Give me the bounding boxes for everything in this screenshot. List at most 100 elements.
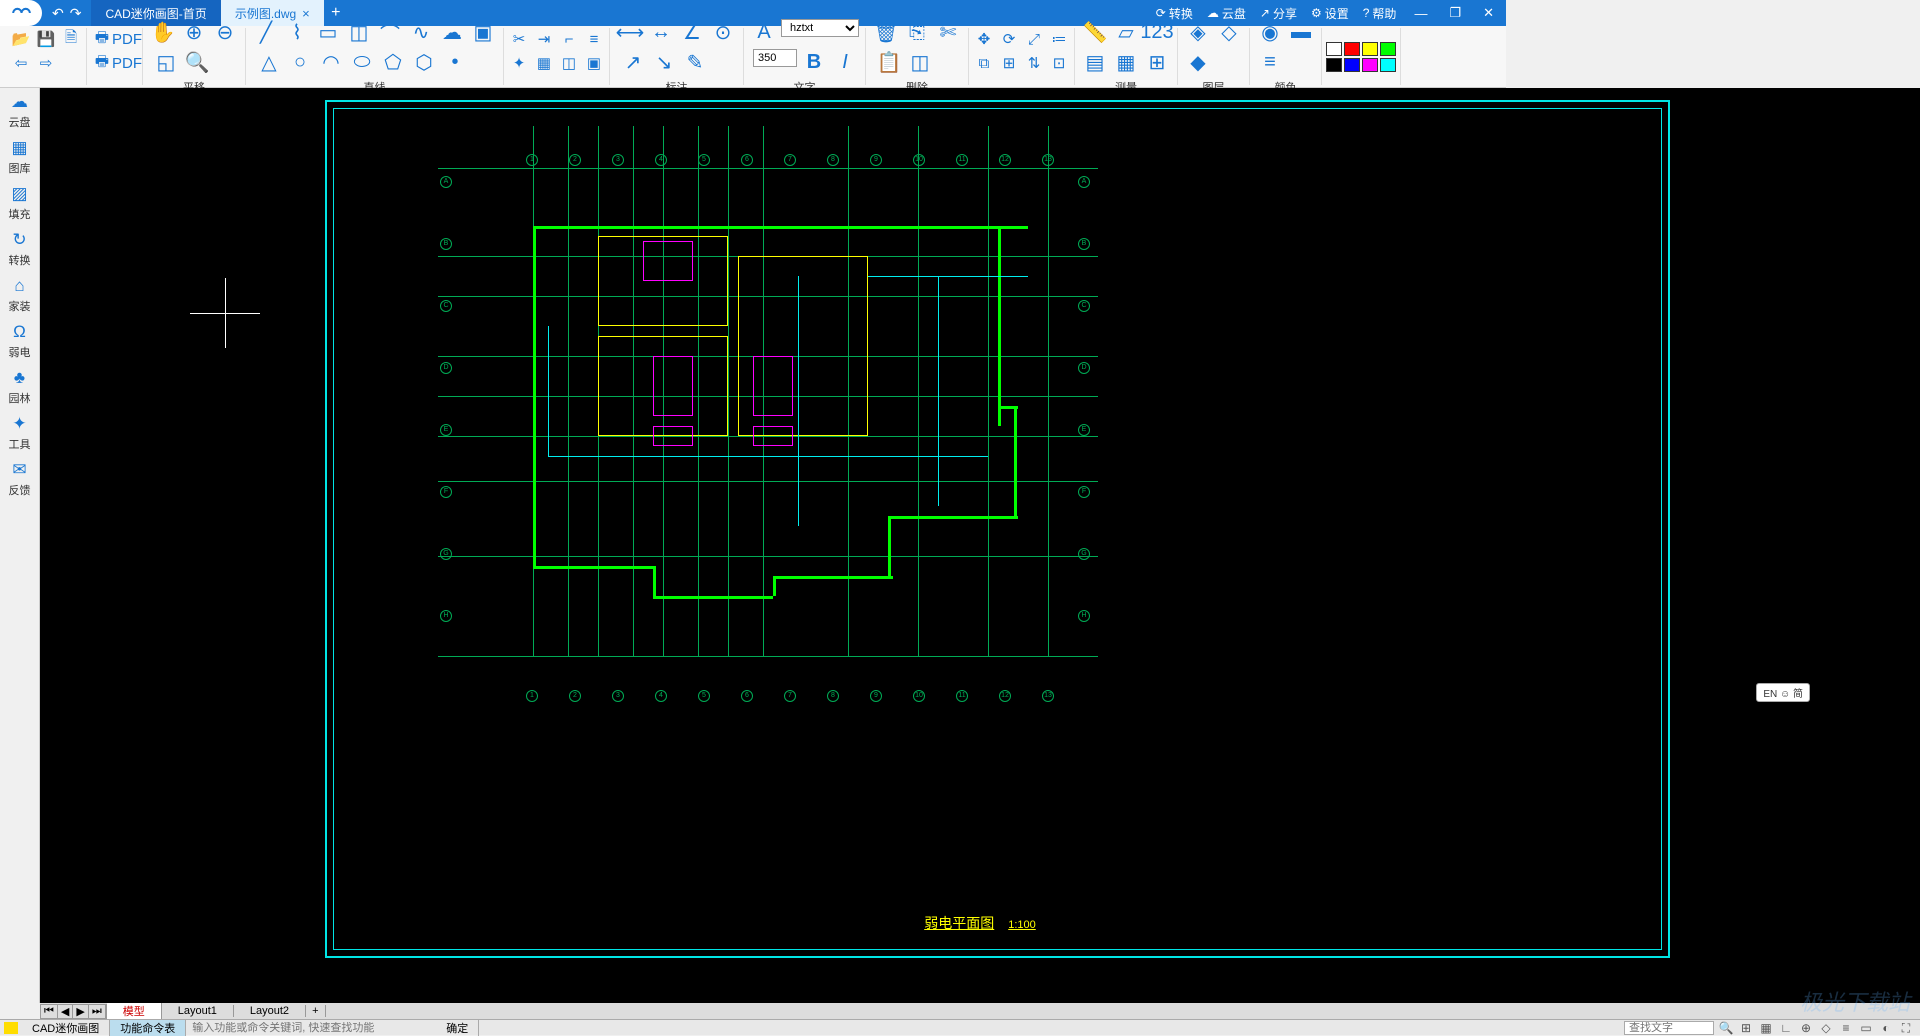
dimrad-button[interactable]: ⊙ [709,19,737,47]
search-icon[interactable]: 🔍 [1718,1021,1734,1035]
colorwheel-button[interactable]: ◉ [1256,19,1284,47]
redo-button[interactable]: ↷ [70,5,82,22]
dist-button[interactable]: 📏 [1081,19,1109,47]
area-button[interactable]: ▱ [1112,19,1140,47]
import-button[interactable]: ⇦ [10,52,32,74]
tab-layout2[interactable]: Layout2 [234,1005,306,1017]
spline-button[interactable]: ∿ [407,19,435,47]
ime-indicator[interactable]: EN ☺ 简 [1756,683,1810,702]
italic-button[interactable]: I [831,49,859,77]
sidebar-item-反馈[interactable]: ✉反馈 [0,456,39,502]
bold-button[interactable]: B [800,49,828,77]
open-button[interactable]: 📂 [10,28,32,50]
print2-button[interactable]: 🖶 [91,52,113,74]
layeroff-button[interactable]: ◇ [1215,19,1243,47]
layer-button[interactable]: ◈ [1184,19,1212,47]
zoomext-button[interactable]: ◱ [152,49,180,77]
scale-button[interactable]: ⤢ [1023,28,1045,50]
drawing-canvas[interactable]: 1122334455667788991010111112121313AABBCC… [40,88,1920,1003]
color-swatch[interactable] [1344,58,1360,72]
sidebar-item-转换[interactable]: ↻转换 [0,226,39,272]
dimlin-button[interactable]: ↔ [647,19,675,47]
mleader-button[interactable]: ↘ [650,49,678,77]
delete-button[interactable]: 🗑 [872,19,900,47]
id-button[interactable]: 123 [1143,19,1171,47]
tab-prev-button[interactable]: ◀ [58,1005,73,1018]
text-button[interactable]: A [750,19,778,47]
color-swatch[interactable] [1380,42,1396,56]
sidebar-item-园林[interactable]: ♣园林 [0,364,39,410]
font-size-input[interactable] [753,49,797,67]
align-button[interactable]: ≔ [1048,28,1070,50]
print-button[interactable]: 🖶 [91,28,113,50]
zoomin-button[interactable]: ⊕ [180,19,208,47]
ellipse-button[interactable]: ⬭ [348,49,376,77]
save-button[interactable]: 💾 [35,28,57,50]
tab-layout1[interactable]: Layout1 [162,1005,234,1017]
pdf-button[interactable]: PDF [116,28,138,50]
sidebar-item-图库[interactable]: ▦图库 [0,134,39,180]
polar-icon[interactable]: ⊕ [1798,1021,1814,1035]
tab-first-button[interactable]: ⏮ [41,1005,58,1018]
rect2-button[interactable]: ◫ [345,19,373,47]
zoomout-button[interactable]: ⊖ [211,19,239,47]
offset-button[interactable]: ≡ [583,28,605,50]
block-button[interactable]: ◫ [558,52,580,74]
modify-button[interactable]: ✎ [681,49,709,77]
tab-model[interactable]: 模型 [107,1003,162,1019]
triangle-button[interactable]: △ [255,49,283,77]
hatch-button[interactable]: ▦ [533,52,555,74]
zoomwin-button[interactable]: 🔍 [183,49,211,77]
mirror-button[interactable]: ⧉ [973,52,995,74]
trim-button[interactable]: ✂ [508,28,530,50]
command-input[interactable] [186,1022,436,1034]
tbl-button[interactable]: ▦ [1112,49,1140,77]
cut-button[interactable]: ✄ [934,19,962,47]
tab-last-button[interactable]: ⏭ [89,1005,106,1018]
osnap-icon[interactable]: ◇ [1818,1021,1834,1035]
lwt-icon[interactable]: ≡ [1838,1021,1854,1035]
grid-icon[interactable]: ▦ [1758,1021,1774,1035]
polygon-button[interactable]: ⬠ [379,49,407,77]
color-swatch[interactable] [1326,58,1342,72]
toggle-icon[interactable]: ◐ [1878,1021,1894,1035]
saveas-button[interactable]: 🗎 [60,28,82,50]
point-button[interactable]: • [441,49,469,77]
settings-link[interactable]: ⚙设置 [1311,5,1349,22]
region-button[interactable]: ▣ [469,19,497,47]
minimize-button[interactable]: — [1410,6,1431,21]
extend-button[interactable]: ⇥ [533,28,555,50]
fillet-button[interactable]: ⌐ [558,28,580,50]
paste-button[interactable]: 📋 [875,49,903,77]
color-swatch[interactable] [1362,58,1378,72]
move-button[interactable]: ✥ [973,28,995,50]
leader-button[interactable]: ↗ [619,49,647,77]
image-button[interactable]: ▣ [583,52,605,74]
dyn-icon[interactable]: ▭ [1858,1021,1874,1035]
fullscreen-icon[interactable]: ⛶ [1898,1021,1914,1035]
ok-button[interactable]: 确定 [436,1020,479,1036]
tblstyle-button[interactable]: ▤ [1081,49,1109,77]
tab-next-button[interactable]: ▶ [73,1005,88,1018]
pdf2-button[interactable]: PDF [116,52,138,74]
color-swatch[interactable] [1380,58,1396,72]
cmd-table-button[interactable]: 功能命令表 [110,1020,186,1036]
sidebar-item-云盘[interactable]: ☁云盘 [0,88,39,134]
array-button[interactable]: ⊞ [998,52,1020,74]
pan-button[interactable]: ✋ [149,19,177,47]
undo-button[interactable]: ↶ [52,5,64,22]
bylayer-button[interactable]: ▬ [1287,19,1315,47]
polygon2-button[interactable]: ⬡ [410,49,438,77]
pasteblock-button[interactable]: ◫ [906,49,934,77]
help-link[interactable]: ?帮助 [1363,5,1397,22]
calc-button[interactable]: ⊞ [1143,49,1171,77]
color-swatch[interactable] [1344,42,1360,56]
flipv-button[interactable]: ⇅ [1023,52,1045,74]
dimang-button[interactable]: ∠ [678,19,706,47]
maximize-button[interactable]: ❐ [1445,5,1465,21]
arc2-button[interactable]: ◠ [317,49,345,77]
sidebar-item-工具[interactable]: ✦工具 [0,410,39,456]
sidebar-item-家装[interactable]: ⌂家装 [0,272,39,318]
ortho-icon[interactable]: ∟ [1778,1021,1794,1035]
arc-button[interactable]: ⌒ [376,19,404,47]
